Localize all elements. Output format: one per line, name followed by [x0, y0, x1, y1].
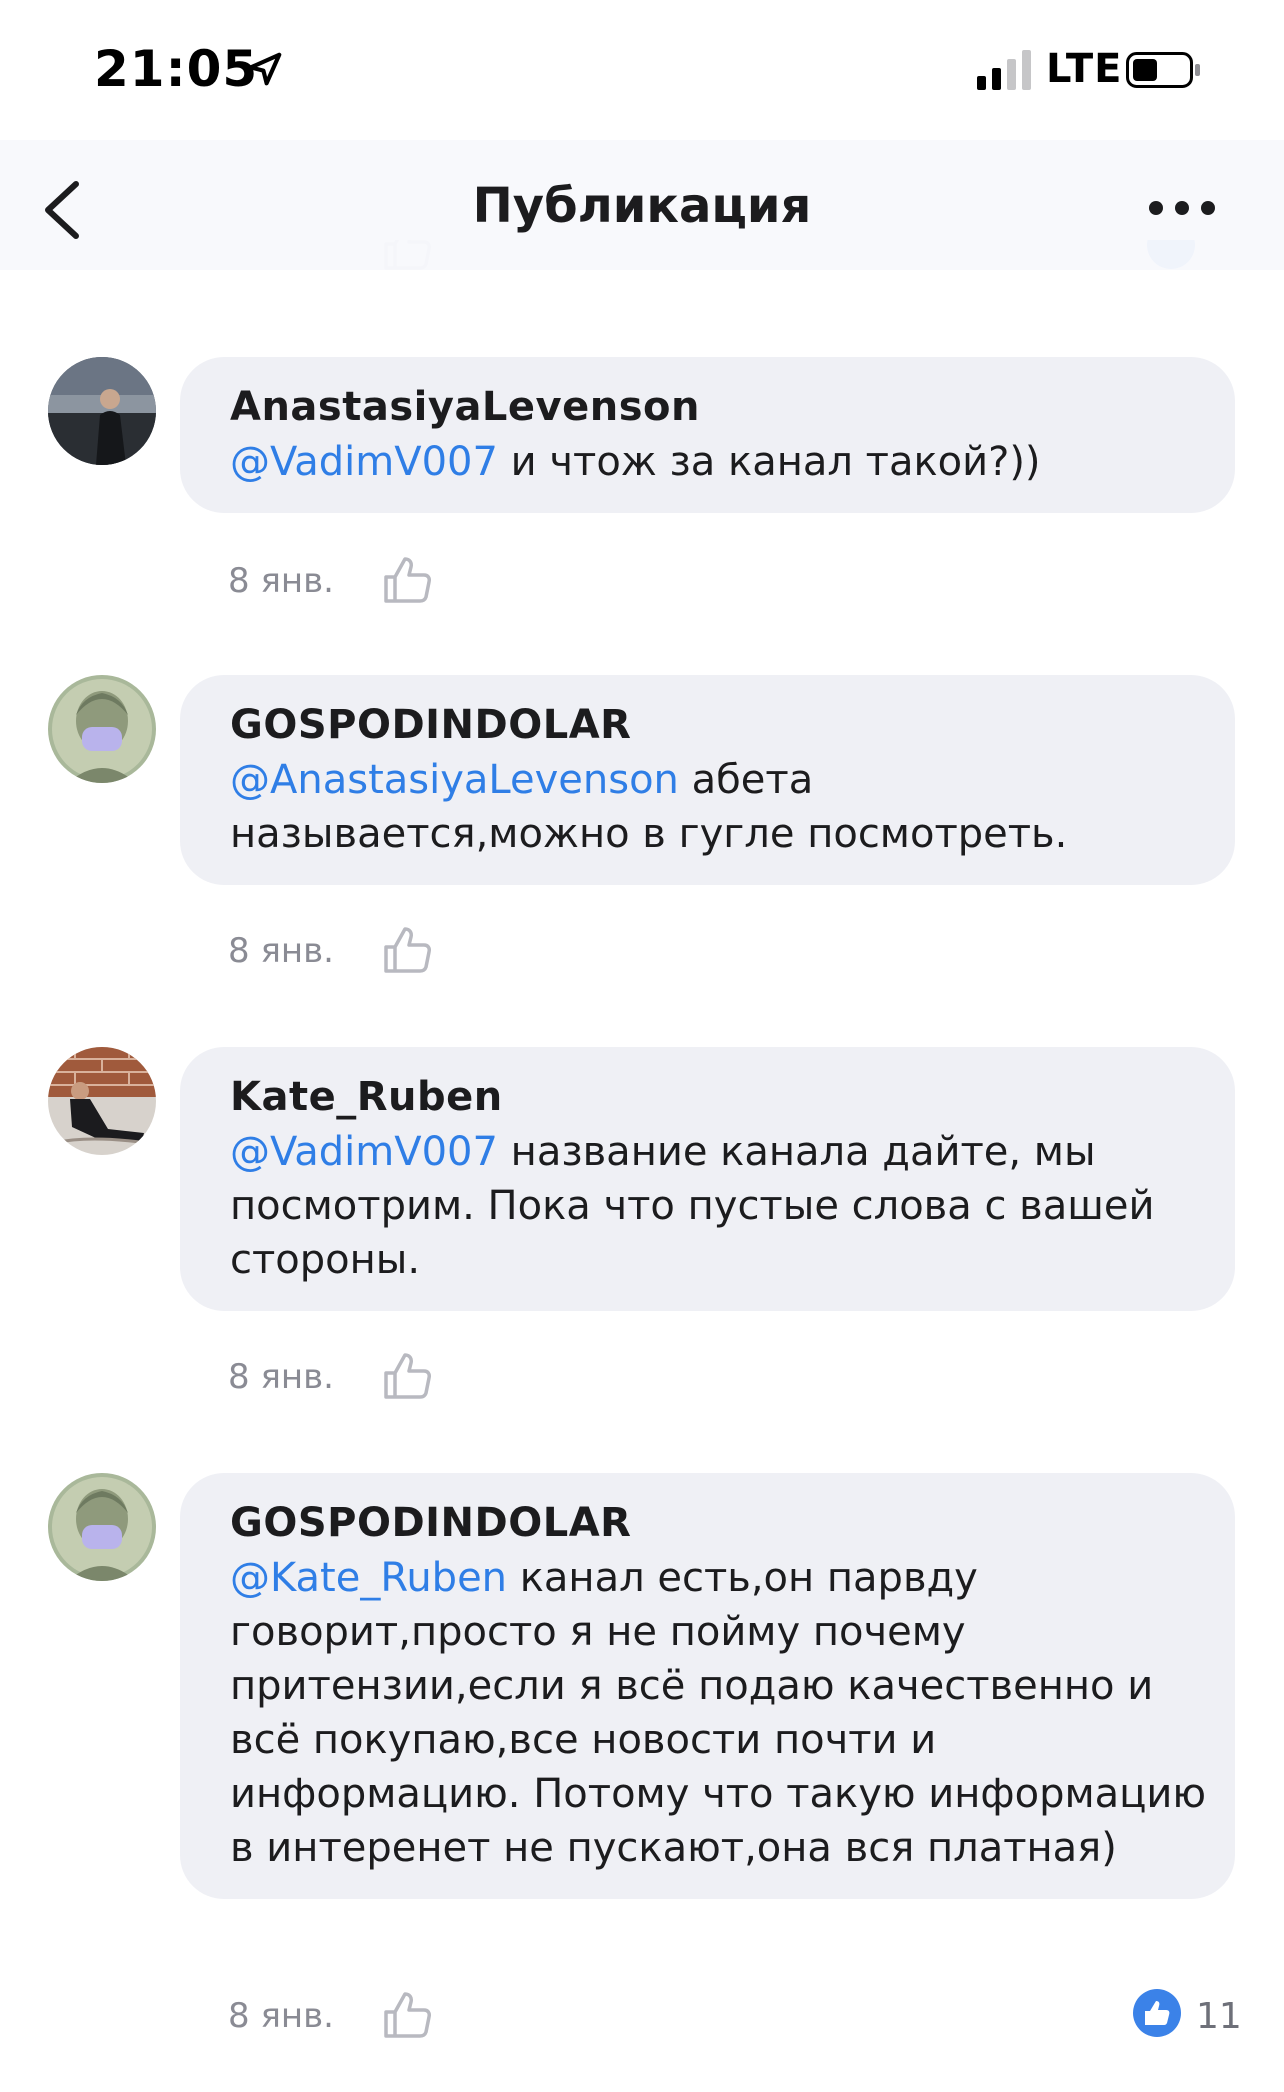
navigation-bar: Публикация — [0, 140, 1284, 270]
like-icon[interactable] — [380, 1988, 434, 2042]
comment-text: @Kate_Ruben канал есть,он парвду говорит… — [230, 1551, 1211, 1875]
like-badge-icon — [1133, 1989, 1181, 2037]
mention-link[interactable]: @AnastasiyaLevenson — [230, 757, 679, 803]
comment-author[interactable]: AnastasiyaLevenson — [230, 379, 1211, 435]
location-arrow-icon — [248, 52, 282, 86]
comment-author[interactable]: GOSPODINDOLAR — [230, 697, 1211, 753]
comment-bubble: GOSPODINDOLAR @AnastasiyaLevenson абета … — [180, 675, 1235, 885]
like-icon[interactable] — [380, 1349, 434, 1403]
comment-body: канал есть,он парвду говорит,просто я не… — [230, 1555, 1207, 1871]
comment-bubble: GOSPODINDOLAR @Kate_Ruben канал есть,он … — [180, 1473, 1235, 1899]
status-time: 21:05 — [94, 40, 259, 98]
avatar[interactable] — [48, 675, 156, 783]
comment-date: 8 янв. — [228, 931, 334, 971]
avatar[interactable] — [48, 1047, 156, 1155]
like-icon[interactable] — [380, 923, 434, 977]
page-title: Публикация — [472, 178, 812, 234]
comment-text: @VadimV007 название канала дайте, мы пос… — [230, 1125, 1211, 1287]
avatar[interactable] — [48, 357, 156, 465]
comment-author[interactable]: GOSPODINDOLAR — [230, 1495, 1211, 1551]
like-icon[interactable] — [380, 553, 434, 607]
comment-body: и чтож за канал такой?)) — [497, 439, 1041, 485]
battery-icon — [1126, 52, 1200, 88]
mention-link[interactable]: @VadimV007 — [230, 439, 498, 485]
mention-link[interactable]: @Kate_Ruben — [230, 1555, 507, 1601]
like-count: 11 — [1196, 1996, 1242, 2037]
mention-link[interactable]: @VadimV007 — [230, 1129, 498, 1175]
comment-bubble: Kate_Ruben @VadimV007 название канала да… — [180, 1047, 1235, 1311]
comment-author[interactable]: Kate_Ruben — [230, 1069, 1211, 1125]
comment-date: 8 янв. — [228, 1996, 334, 2036]
comment-date: 8 янв. — [228, 561, 334, 601]
comment-bubble: AnastasiyaLevenson @VadimV007 и чтож за … — [180, 357, 1235, 513]
network-type: LTE — [1046, 46, 1123, 92]
status-bar: 21:05 LTE — [0, 0, 1284, 140]
comment-text: @AnastasiyaLevenson абета называется,мож… — [230, 753, 1211, 861]
comment-date: 8 янв. — [228, 1357, 334, 1397]
avatar[interactable] — [48, 1473, 156, 1581]
comment-text: @VadimV007 и чтож за канал такой?)) — [230, 435, 1211, 489]
signal-icon — [977, 50, 1031, 90]
more-options-button[interactable] — [1146, 188, 1218, 228]
